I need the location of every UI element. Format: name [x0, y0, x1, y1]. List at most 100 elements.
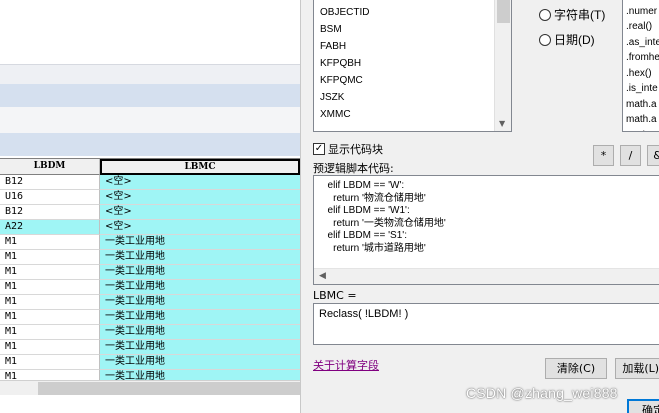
cell-lbdm[interactable]: M1 — [0, 340, 100, 355]
cell-lbdm[interactable]: A22 — [0, 220, 100, 235]
cell-lbdm[interactable]: B12 — [0, 175, 100, 190]
cell-lbmc[interactable]: 一类工业用地 — [100, 325, 300, 340]
load-button[interactable]: 加载(L)... — [615, 358, 659, 379]
grid-header-row: LBDM LBMC — [0, 159, 300, 175]
attribute-grid[interactable]: LBDM LBMC B12 <空> U16 <空> B12 <空> A22 <空> M1 一类工业… — [0, 158, 300, 380]
function-item[interactable]: .as_inte — [623, 35, 659, 51]
type-date-radio[interactable]: 日期(D) — [539, 31, 595, 48]
radio-circle-icon — [539, 33, 551, 46]
show-codeblock-label: 显示代码块 — [328, 143, 383, 156]
scroll-left-arrow-icon[interactable]: ◀ — [319, 271, 326, 281]
table-header-band — [0, 133, 300, 156]
scroll-down-arrow-icon[interactable]: ▼ — [499, 119, 505, 128]
cell-lbdm[interactable]: M1 — [0, 280, 100, 295]
cell-lbdm[interactable]: U16 — [0, 190, 100, 205]
cell-lbdm[interactable]: M1 — [0, 370, 100, 380]
cell-lbmc[interactable]: <空> — [100, 220, 300, 235]
table-row[interactable]: M1 一类工业用地 — [0, 370, 300, 380]
type-string-radio[interactable]: 字符串(T) — [539, 6, 605, 23]
function-item[interactable]: .hex() — [623, 66, 659, 82]
table-window-top — [0, 0, 300, 64]
cell-lbmc[interactable]: 一类工业用地 — [100, 295, 300, 310]
table-row[interactable]: M1 一类工业用地 — [0, 355, 300, 370]
table-row[interactable]: M1 一类工业用地 — [0, 325, 300, 340]
table-row[interactable]: M1 一类工业用地 — [0, 265, 300, 280]
table-row[interactable]: M1 一类工业用地 — [0, 235, 300, 250]
code-line: elif LBDM == 'W1': — [322, 205, 410, 216]
table-title-bar — [0, 84, 300, 107]
table-row[interactable]: M1 一类工业用地 — [0, 340, 300, 355]
function-item[interactable]: .is_inte — [623, 81, 659, 97]
column-header-lbdm[interactable]: LBDM — [0, 159, 100, 175]
table-row[interactable]: M1 一类工业用地 — [0, 295, 300, 310]
table-toolbar — [0, 64, 300, 84]
table-row[interactable]: B12 <空> — [0, 175, 300, 190]
cell-lbdm[interactable]: B12 — [0, 205, 100, 220]
function-item[interactable]: math.a — [623, 112, 659, 128]
field-item[interactable]: OBJECTID — [314, 4, 511, 21]
attribute-table-window: LBDM LBMC B12 <空> U16 <空> B12 <空> A22 <空> M1 一类工业… — [0, 0, 300, 413]
column-header-lbmc[interactable]: LBMC — [100, 159, 300, 175]
cell-lbmc[interactable]: 一类工业用地 — [100, 340, 300, 355]
table-row[interactable]: M1 一类工业用地 — [0, 310, 300, 325]
checkmark-icon: ✓ — [313, 143, 325, 155]
table-scroll-thumb[interactable] — [38, 382, 300, 395]
cell-lbdm[interactable]: M1 — [0, 310, 100, 325]
cell-lbdm[interactable]: M1 — [0, 355, 100, 370]
function-item[interactable]: .fromhe — [623, 50, 659, 66]
table-tab-strip — [0, 107, 300, 133]
code-horizontal-scrollbar[interactable]: ◀ — [314, 268, 659, 284]
cell-lbmc[interactable]: <空> — [100, 205, 300, 220]
cell-lbdm[interactable]: M1 — [0, 295, 100, 310]
about-calculate-field-link[interactable]: 关于计算字段 — [313, 357, 379, 373]
cell-lbdm[interactable]: M1 — [0, 250, 100, 265]
ok-button[interactable]: 确定 — [627, 399, 659, 413]
fields-list-scrollbar[interactable]: ▼ — [494, 0, 511, 131]
field-item[interactable]: KFPQMC — [314, 72, 511, 89]
fields-list-scroll-thumb[interactable] — [497, 0, 510, 23]
table-row[interactable]: M1 一类工业用地 — [0, 250, 300, 265]
cell-lbdm[interactable]: M1 — [0, 265, 100, 280]
cell-lbdm[interactable]: M1 — [0, 325, 100, 340]
type-string-label: 字符串(T) — [554, 8, 606, 22]
fields-list[interactable]: ShapeOBJECTIDBSMFABHKFPQBHKFPQMCJSZKXMMC… — [313, 0, 512, 132]
field-item[interactable]: KFPQBH — [314, 55, 511, 72]
cell-lbmc[interactable]: <空> — [100, 175, 300, 190]
field-item[interactable]: JSZK — [314, 89, 511, 106]
show-codeblock-checkbox[interactable]: ✓ 显示代码块 — [313, 141, 383, 157]
ampersand-button[interactable]: & — [647, 145, 659, 166]
functions-list[interactable]: .imag().numer.real().as_inte.fromhe.hex(… — [622, 0, 659, 132]
table-row[interactable]: U16 <空> — [0, 190, 300, 205]
cell-lbmc[interactable]: 一类工业用地 — [100, 355, 300, 370]
cell-lbmc[interactable]: 一类工业用地 — [100, 265, 300, 280]
pre-logic-code-editor[interactable]: elif LBDM == 'W': return '物流仓储用地' elif L… — [313, 175, 659, 285]
cell-lbmc[interactable]: 一类工业用地 — [100, 370, 300, 380]
expression-input[interactable]: Reclass( !LBDM! ) — [313, 303, 659, 345]
cell-lbmc[interactable]: 一类工业用地 — [100, 310, 300, 325]
cell-lbmc[interactable]: <空> — [100, 190, 300, 205]
table-horizontal-scrollbar[interactable] — [0, 380, 300, 395]
field-item[interactable]: XMMC — [314, 106, 511, 123]
field-item[interactable]: BSM — [314, 21, 511, 38]
clear-button[interactable]: 清除(C) — [545, 358, 607, 379]
table-row[interactable]: M1 一类工业用地 — [0, 280, 300, 295]
code-line: return '城市道路用地' — [322, 242, 426, 254]
function-item[interactable]: math.a — [623, 128, 659, 132]
field-item[interactable]: FABH — [314, 38, 511, 55]
function-item[interactable]: .real() — [623, 19, 659, 35]
multiply-button[interactable]: * — [593, 145, 614, 166]
divide-button[interactable]: / — [620, 145, 641, 166]
table-row[interactable]: A22 <空> — [0, 220, 300, 235]
cell-lbmc[interactable]: 一类工业用地 — [100, 280, 300, 295]
cell-lbmc[interactable]: 一类工业用地 — [100, 235, 300, 250]
function-item[interactable]: math.a — [623, 97, 659, 113]
code-line: elif LBDM == 'W': — [322, 180, 405, 191]
table-row[interactable]: B12 <空> — [0, 205, 300, 220]
function-item[interactable]: .imag() — [623, 0, 659, 4]
cell-lbdm[interactable]: M1 — [0, 235, 100, 250]
table-status-area — [0, 395, 300, 413]
code-line: return '一类物流仓储用地' — [322, 217, 446, 229]
type-date-label: 日期(D) — [554, 33, 595, 47]
function-item[interactable]: .numer — [623, 4, 659, 20]
cell-lbmc[interactable]: 一类工业用地 — [100, 250, 300, 265]
